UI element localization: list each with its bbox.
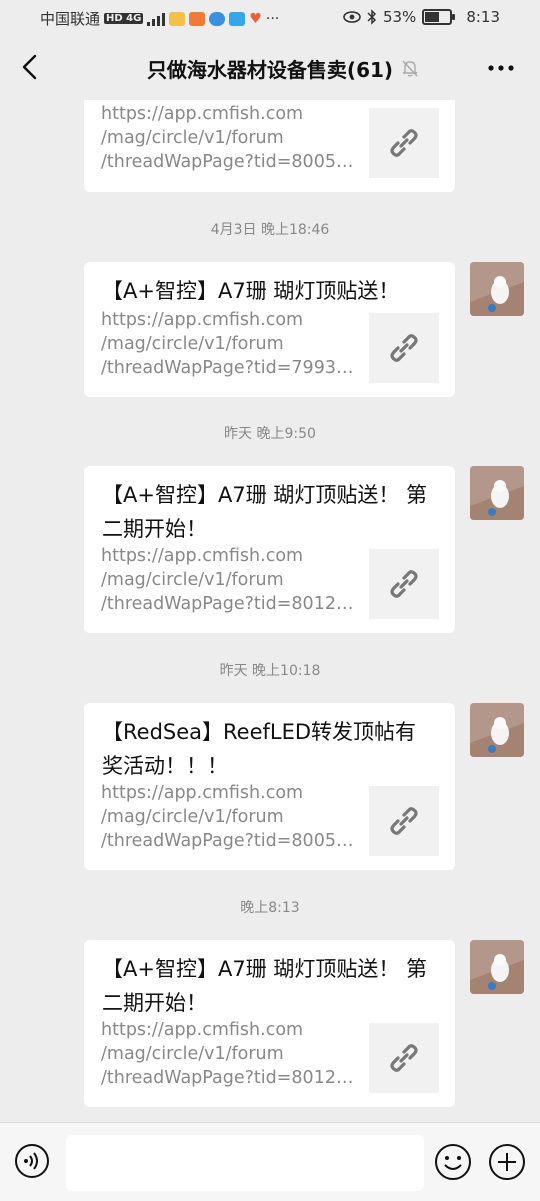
link-title: 【A+智控】A7珊 瑚灯顶贴送！ [102,279,400,303]
link-message-bubble[interactable]: 【A+智控】A7珊 瑚灯顶贴送！ 第二期开始！ https://app.cmfi… [84,466,455,633]
avatar-image [470,466,524,520]
more-notifications-icon: ··· [265,10,280,27]
avatar[interactable] [470,466,524,520]
more-dots-icon[interactable] [486,56,516,80]
link-url-line: /threadWapPage?tid=80054... [101,152,356,172]
link-url-line: /mag/circle/v1/forum [101,807,284,827]
avatar-image [470,940,524,994]
link-url-line: /mag/circle/v1/forum [101,334,284,354]
timestamp: 昨天 晚上9:50 [224,426,316,442]
link-url: https://app.cmfish.com /mag/circle/v1/fo… [101,544,356,616]
notification-app-icon-2 [189,11,206,26]
timestamp: 昨天 晚上10:18 [219,663,321,679]
battery-percent: 53% [382,8,417,26]
carrier-label: 中国联通 [40,10,101,28]
link-icon [390,334,418,362]
link-thumbnail [369,549,439,619]
link-thumbnail [369,108,439,178]
link-url-line: /mag/circle/v1/forum [101,570,284,590]
link-message-bubble[interactable]: 【RedSea】ReefLED转发顶帖有奖活动！！！ https://app.c… [84,703,455,870]
plus-icon[interactable] [488,1143,526,1181]
link-url-line: /threadWapPage?tid=80121... [101,1068,356,1088]
link-url-line: https://app.cmfish.com [101,310,304,330]
network-label: HD 4G [104,13,144,24]
voice-icon[interactable] [14,1143,50,1179]
link-url-line: /mag/circle/v1/forum [101,128,284,148]
bell-off-icon [402,60,418,77]
link-url: https://app.cmfish.com /mag/circle/v1/fo… [101,781,356,853]
link-url: https://app.cmfish.com /mag/circle/v1/fo… [101,308,356,380]
link-icon [390,807,418,835]
link-url-line: /threadWapPage?tid=80121... [101,594,356,614]
battery-icon [422,9,456,25]
clock: 8:13 [466,8,500,26]
link-icon [390,129,418,157]
notification-app-icon-4 [229,11,246,26]
message-input[interactable] [66,1135,424,1191]
link-message-bubble[interactable]: 【A+智控】A7珊 瑚灯顶贴送！ 第二期开始！ https://app.cmfi… [84,940,455,1107]
avatar[interactable] [470,262,524,316]
avatar-image [470,262,524,316]
link-url-line: https://app.cmfish.com [101,546,304,566]
link-title: 【A+智控】A7珊 瑚灯顶贴送！ 第二期开始！ [102,483,428,541]
chat-header: 只做海水器材设备售卖(61) [0,36,540,100]
link-url-line: /threadWapPage?tid=79930... [101,358,356,378]
link-url: https://app.cmfish.com /mag/circle/v1/fo… [101,102,356,174]
link-url-line: https://app.cmfish.com [101,783,304,803]
notification-app-icon-3 [209,11,226,26]
status-bar: 中国联通 HD 4G ♥ ··· 53% 8:13 [0,0,540,36]
link-url-line: /mag/circle/v1/forum [101,1044,284,1064]
back-chevron-icon[interactable] [16,52,46,82]
link-title: 【RedSea】ReefLED转发顶帖有奖活动！！！ [102,720,417,778]
avatar[interactable] [470,703,524,757]
signal-icon [147,12,166,26]
link-url-line: https://app.cmfish.com [101,104,304,124]
avatar[interactable] [470,940,524,994]
link-title: 【A+智控】A7珊 瑚灯顶贴送！ 第二期开始！ [102,957,428,1015]
link-icon [390,1044,418,1072]
link-message-bubble[interactable]: https://app.cmfish.com /mag/circle/v1/fo… [84,100,455,192]
chat-message-list[interactable]: https://app.cmfish.com /mag/circle/v1/fo… [0,100,540,1122]
avatar-image [470,703,524,757]
link-thumbnail [369,786,439,856]
input-bar [0,1122,540,1201]
timestamp: 4月3日 晚上18:46 [210,222,330,238]
status-right: 53% 8:13 [343,8,500,26]
link-message-bubble[interactable]: 【A+智控】A7珊 瑚灯顶贴送！ https://app.cmfish.com … [84,262,455,397]
emoji-icon[interactable] [434,1143,472,1181]
timestamp: 晚上8:13 [240,900,300,916]
eye-icon [343,11,361,23]
heart-icon: ♥ [249,10,262,27]
status-left: 中国联通 HD 4G ♥ ··· [40,8,279,29]
link-url-line: https://app.cmfish.com [101,1020,304,1040]
link-thumbnail [369,313,439,383]
link-url: https://app.cmfish.com /mag/circle/v1/fo… [101,1018,356,1090]
link-icon [390,570,418,598]
link-thumbnail [369,1023,439,1093]
bluetooth-icon [367,9,377,25]
link-url-line: /threadWapPage?tid=80054... [101,831,356,851]
notification-app-icon-1 [169,11,186,26]
